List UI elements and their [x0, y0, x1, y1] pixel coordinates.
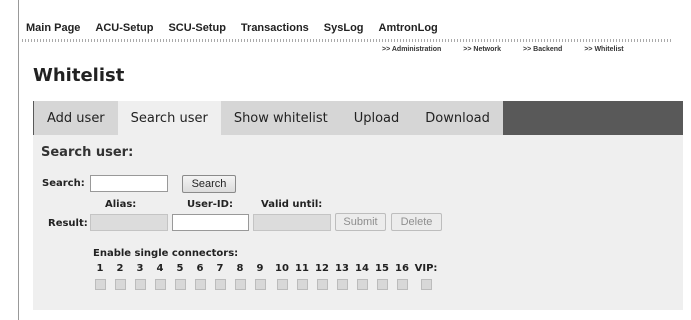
connector-vip: VIP: — [415, 262, 437, 290]
connector-checkbox[interactable] — [94, 279, 106, 290]
connector-14: 14 — [353, 262, 371, 290]
delete-button: Delete — [391, 213, 442, 231]
subnav-whitelist[interactable]: >> Whitelist — [584, 46, 623, 56]
connector-4: 4 — [153, 262, 167, 290]
nav-transactions[interactable]: Transactions — [241, 22, 309, 36]
connector-12: 12 — [313, 262, 331, 290]
connector-number: VIP: — [414, 263, 438, 274]
connector-16: 16 — [393, 262, 411, 290]
section-title: Search user: — [41, 145, 134, 160]
tab-add-user[interactable]: Add user — [34, 101, 118, 135]
user-id-label: User-ID: — [187, 199, 233, 210]
search-input[interactable] — [90, 175, 168, 192]
connector-checkbox[interactable] — [316, 279, 328, 290]
nav-amtronlog[interactable]: AmtronLog — [379, 22, 438, 36]
sub-navigation: >> Administration >> Network >> Backend … — [382, 46, 624, 56]
connector-number: 3 — [136, 263, 144, 274]
connector-13: 13 — [333, 262, 351, 290]
connector-number: 10 — [275, 263, 289, 274]
connector-number: 7 — [216, 263, 224, 274]
nav-divider — [22, 39, 673, 42]
connector-checkbox[interactable] — [154, 279, 166, 290]
tab-show-whitelist[interactable]: Show whitelist — [220, 101, 341, 135]
alias-field — [90, 214, 168, 231]
connector-checkbox[interactable] — [134, 279, 146, 290]
connector-9: 9 — [253, 262, 267, 290]
nav-scu-setup[interactable]: SCU-Setup — [168, 22, 225, 36]
connector-number: 14 — [355, 263, 369, 274]
tab-search-user[interactable]: Search user — [117, 101, 221, 135]
connector-checkboxes: 1 2 3 4 5 6 7 8 9 10 11 12 13 14 15 16 V… — [93, 262, 437, 290]
connector-8: 8 — [233, 262, 247, 290]
connector-number: 11 — [295, 263, 309, 274]
connector-number: 8 — [236, 263, 244, 274]
connector-2: 2 — [113, 262, 127, 290]
submit-button: Submit — [335, 213, 386, 231]
connector-number: 12 — [315, 263, 329, 274]
connector-10: 10 — [273, 262, 291, 290]
top-navigation: Main Page ACU-Setup SCU-Setup Transactio… — [26, 22, 438, 36]
user-id-field[interactable] — [172, 214, 249, 231]
connector-number: 9 — [256, 263, 264, 274]
connector-number: 2 — [116, 263, 124, 274]
tab-download[interactable]: Download — [412, 101, 503, 135]
search-button[interactable]: Search — [182, 175, 236, 193]
connector-number: 4 — [156, 263, 164, 274]
vip-checkbox[interactable] — [420, 279, 432, 290]
connector-number: 1 — [96, 263, 104, 274]
connector-checkbox[interactable] — [174, 279, 186, 290]
subnav-backend[interactable]: >> Backend — [523, 46, 562, 56]
nav-main-page[interactable]: Main Page — [26, 22, 80, 36]
connector-number: 16 — [395, 263, 409, 274]
subnav-administration[interactable]: >> Administration — [382, 46, 441, 56]
tab-upload[interactable]: Upload — [340, 101, 413, 135]
connector-checkbox[interactable] — [214, 279, 226, 290]
connector-checkbox[interactable] — [114, 279, 126, 290]
result-label: Result: — [48, 218, 88, 229]
connector-checkbox[interactable] — [254, 279, 266, 290]
connector-checkbox[interactable] — [376, 279, 388, 290]
connector-15: 15 — [373, 262, 391, 290]
connector-5: 5 — [173, 262, 187, 290]
connector-1: 1 — [93, 262, 107, 290]
tab-bar: Add user Search user Show whitelist Uplo… — [33, 101, 683, 135]
page-title: Whitelist — [33, 65, 125, 86]
subnav-network[interactable]: >> Network — [463, 46, 501, 56]
search-label: Search: — [42, 178, 85, 189]
connector-number: 15 — [375, 263, 389, 274]
connector-checkbox[interactable] — [194, 279, 206, 290]
nav-acu-setup[interactable]: ACU-Setup — [95, 22, 153, 36]
connector-3: 3 — [133, 262, 147, 290]
connector-checkbox[interactable] — [234, 279, 246, 290]
connector-6: 6 — [193, 262, 207, 290]
connector-number: 5 — [176, 263, 184, 274]
connector-11: 11 — [293, 262, 311, 290]
valid-until-label: Valid until: — [261, 199, 323, 210]
nav-syslog[interactable]: SysLog — [324, 22, 364, 36]
connector-number: 13 — [335, 263, 349, 274]
connector-checkbox[interactable] — [296, 279, 308, 290]
connector-checkbox[interactable] — [276, 279, 288, 290]
connector-number: 6 — [196, 263, 204, 274]
connectors-label: Enable single connectors: — [93, 248, 239, 259]
valid-until-field — [253, 214, 331, 231]
alias-label: Alias: — [105, 199, 137, 210]
connector-checkbox[interactable] — [336, 279, 348, 290]
connector-checkbox[interactable] — [396, 279, 408, 290]
connector-checkbox[interactable] — [356, 279, 368, 290]
connector-7: 7 — [213, 262, 227, 290]
